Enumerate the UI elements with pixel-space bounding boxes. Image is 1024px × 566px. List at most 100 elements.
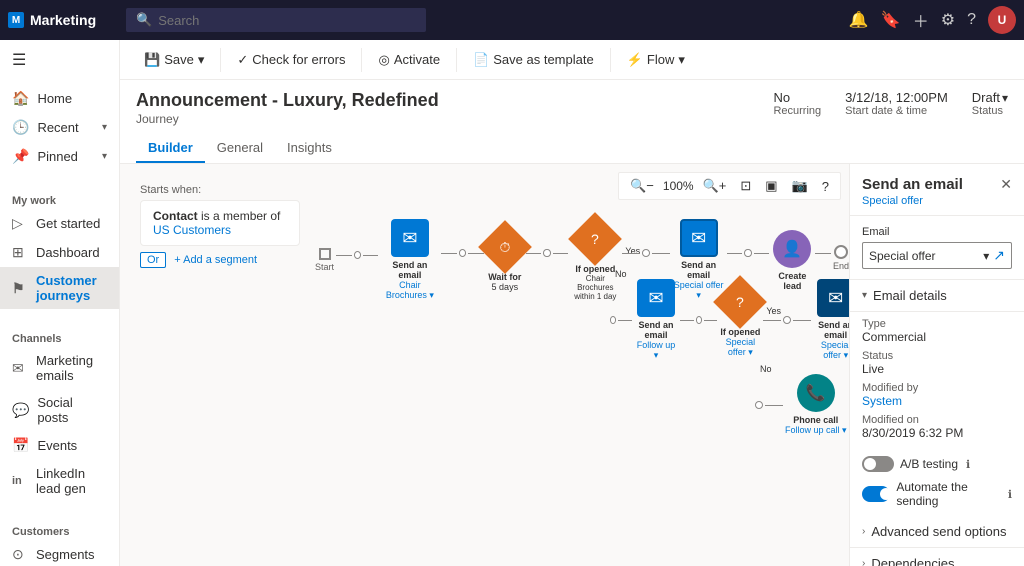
hamburger-icon[interactable]: ☰: [0, 40, 119, 80]
status-row: Status Live: [862, 350, 1012, 376]
tab-general[interactable]: General: [205, 134, 275, 163]
sidebar-item-home[interactable]: 🏠 Home: [0, 84, 119, 113]
sidebar-item-dashboard[interactable]: ⊞ Dashboard: [0, 238, 119, 267]
customers-title: Customers: [0, 518, 119, 540]
brand-label: Marketing: [30, 12, 96, 28]
recurring-meta: No Recurring: [773, 90, 821, 117]
sidebar-item-recent-label: Recent: [37, 120, 78, 135]
fit-icon[interactable]: ⊡: [735, 175, 756, 197]
help-canvas-icon[interactable]: ?: [817, 176, 834, 197]
connector-17: [765, 405, 783, 406]
sidebar-item-dashboard-label: Dashboard: [36, 245, 100, 260]
page-meta: No Recurring 3/12/18, 12:00PM Start date…: [773, 90, 1008, 117]
save-template-button[interactable]: 📄 Save as template: [465, 48, 602, 72]
automate-sending-toggle[interactable]: [862, 486, 890, 502]
send-email-node-4[interactable]: ✉ Send an email Special offer ▾: [813, 279, 849, 361]
help-icon[interactable]: ?: [967, 11, 976, 29]
search-bar[interactable]: 🔍: [126, 8, 426, 32]
avatar[interactable]: U: [988, 6, 1016, 34]
create-lead-shape: 👤: [773, 230, 811, 268]
bookmark-icon[interactable]: 🔖: [881, 10, 901, 30]
no-label-2: No: [760, 364, 772, 374]
segments-icon: ⊙: [12, 546, 28, 563]
notify-icon[interactable]: 🔔: [849, 10, 869, 30]
email-icon: ✉: [12, 360, 28, 377]
type-value: Commercial: [862, 330, 1012, 344]
zoom-out-icon[interactable]: 🔍−: [625, 175, 659, 197]
search-input[interactable]: [158, 13, 416, 28]
if-opened-node-2[interactable]: ? If opened Special offer ▾: [719, 283, 761, 358]
tab-builder[interactable]: Builder: [136, 134, 205, 163]
panel-header: Send an email Special offer ✕: [850, 164, 1024, 216]
modified-on-row: Modified on 8/30/2019 6:32 PM: [862, 414, 1012, 440]
segment-link[interactable]: US Customers: [153, 223, 231, 237]
check-icon: ✓: [237, 52, 248, 68]
channels-section: Channels ✉ Marketing emails 💬 Social pos…: [0, 321, 119, 506]
sidebar-item-marketing-emails[interactable]: ✉ Marketing emails: [0, 347, 119, 389]
sidebar-item-events[interactable]: 📅 Events: [0, 431, 119, 460]
add-segment-button[interactable]: + Add a segment: [174, 254, 257, 266]
layout-icon[interactable]: ▣: [760, 175, 782, 197]
connector-1: [336, 255, 352, 256]
sidebar-item-social-posts[interactable]: 💬 Social posts: [0, 389, 119, 431]
zoom-in-icon[interactable]: 🔍+: [698, 175, 732, 197]
or-button[interactable]: Or: [140, 252, 166, 268]
customer-journeys-icon: ⚑: [12, 280, 28, 297]
screenshot-icon[interactable]: 📷: [787, 175, 813, 197]
sidebar-item-social-posts-label: Social posts: [37, 395, 107, 425]
connector-11: [815, 253, 831, 254]
email-details-collapsible[interactable]: ▾ Email details: [850, 280, 1024, 312]
connector-dot-4: [642, 249, 650, 257]
status-dropdown[interactable]: Draft ▾: [972, 90, 1008, 105]
wait-for-node[interactable]: ⏱ Wait for 5 days: [486, 228, 524, 292]
connector-15: [763, 320, 781, 321]
customers-section: Customers ⊙ Segments ≡ Subscription list…: [0, 514, 119, 566]
if-opened-2-sub: Special offer ▾: [719, 337, 761, 358]
sidebar-item-marketing-emails-label: Marketing emails: [36, 353, 107, 383]
chevron-down-icon: ▾: [102, 151, 107, 162]
if-icon-2: ?: [736, 293, 744, 309]
if-opened-2-label: If opened Special offer ▾: [719, 327, 761, 358]
chevron-right-icon-2: ›: [862, 558, 865, 566]
send-email-4-shape: ✉: [817, 279, 849, 317]
check-errors-button[interactable]: ✓ Check for errors: [229, 48, 353, 72]
starts-when-box: Contact is a member of US Customers: [140, 200, 300, 246]
modified-by-label: Modified by: [862, 382, 1012, 394]
ab-testing-toggle[interactable]: [862, 456, 894, 472]
sidebar-item-linkedin[interactable]: in LinkedIn lead gen: [0, 460, 119, 502]
chevron-right-icon: ›: [862, 526, 865, 537]
modified-on-label: Modified on: [862, 414, 1012, 426]
type-label: Type: [862, 318, 1012, 330]
modified-by-value[interactable]: System: [862, 394, 1012, 408]
email-select-actions: ▾ ↗: [983, 247, 1005, 264]
flow-button[interactable]: ⚡ Flow ▾: [619, 48, 693, 72]
email-select[interactable]: Special offer ▾ ↗: [862, 242, 1012, 269]
sidebar-item-recent[interactable]: 🕒 Recent ▾: [0, 113, 119, 142]
dependencies-label: Dependencies: [871, 556, 954, 566]
no-label-1: No: [615, 269, 627, 279]
sidebar-item-get-started[interactable]: ▷ Get started: [0, 209, 119, 238]
tab-insights[interactable]: Insights: [275, 134, 344, 163]
settings-icon[interactable]: ⚙: [941, 10, 955, 30]
add-icon[interactable]: ＋: [913, 8, 929, 32]
dependencies[interactable]: › Dependencies: [850, 548, 1024, 566]
start-label: Start: [315, 262, 334, 272]
save-button[interactable]: 💾 Save ▾: [136, 48, 212, 72]
pinned-icon: 📌: [12, 148, 29, 165]
email-dropdown-icon[interactable]: ▾: [983, 249, 989, 263]
template-icon: 📄: [473, 52, 489, 68]
sidebar-item-pinned[interactable]: 📌 Pinned ▾: [0, 142, 119, 171]
send-email-node-1[interactable]: ✉ Send an email Chair Brochures ▾: [380, 219, 439, 301]
sidebar-item-customer-journeys[interactable]: ⚑ Customer journeys: [0, 267, 119, 309]
send-email-node-3[interactable]: ✉ Send an email Follow up ▾: [634, 279, 679, 361]
close-icon[interactable]: ✕: [1000, 176, 1012, 193]
email-details-header[interactable]: ▾ Email details: [862, 288, 1012, 303]
connector-7: [622, 253, 640, 254]
email-link-icon[interactable]: ↗: [993, 247, 1005, 264]
sidebar-item-segments[interactable]: ⊙ Segments: [0, 540, 119, 566]
activate-button[interactable]: ◎ Activate: [370, 48, 448, 72]
advanced-send-options[interactable]: › Advanced send options: [850, 516, 1024, 548]
channels-title: Channels: [0, 325, 119, 347]
phone-call-node[interactable]: 📞 Phone call Follow up call ▾: [785, 374, 847, 436]
status-meta[interactable]: Draft ▾ Status: [972, 90, 1008, 117]
